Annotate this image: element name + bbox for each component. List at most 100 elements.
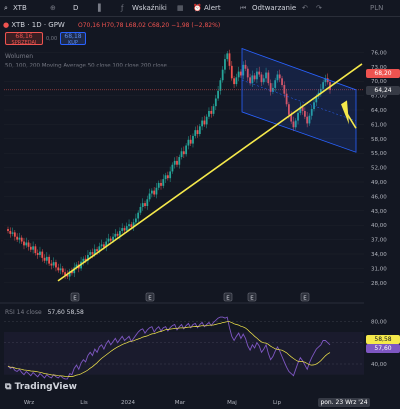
candle-body [194,130,197,136]
candle-body [11,232,14,234]
add-symbol-icon[interactable]: ⊕ [50,4,56,12]
price-tick-label: 55,00 [371,151,387,157]
candle-body [182,151,185,155]
price-chart[interactable]: EEEEE 76,0073,0070,0067,0064,0061,0058,0… [0,17,400,409]
candle-body [32,246,35,250]
search-icon[interactable]: ⌕ [4,4,8,13]
candle-body [39,251,41,255]
candle-body [139,206,142,213]
candle-body [43,257,46,261]
candle-body [221,69,224,81]
candle-body [189,139,192,144]
price-tick-label: 28,00 [371,281,387,287]
candle-body [41,251,44,258]
replay-icon[interactable]: ⏮ [240,4,246,13]
rsi-value-tag-a: 58,58 [366,335,400,344]
price-tick-label: 61,00 [371,122,387,128]
price-tick-label: 70,00 [371,79,387,85]
time-tick-label: Lip [273,400,282,406]
candle-body [48,256,51,264]
candle-body [45,256,48,261]
candle-body [198,126,201,134]
price-tick-label: 52,00 [371,166,387,172]
templates-icon[interactable]: ▦ [177,4,184,12]
candle-body [230,65,233,79]
price-tick-label: 49,00 [371,180,387,186]
candle-body [112,236,114,241]
candle-body [212,106,215,114]
candle-body [155,187,158,195]
indicators-button[interactable]: Wskaźniki [132,4,167,12]
candle-body [96,249,98,252]
rsi-tick-label: 40,00 [371,362,387,368]
redo-icon[interactable]: ↷ [316,4,322,12]
candle-body [237,71,240,78]
candle-body [169,171,172,179]
candle-body [89,252,92,255]
candle-body [157,182,160,188]
replay-button[interactable]: Odtwarzanie [252,4,296,12]
symbol-button[interactable]: XTB [13,4,27,12]
candle-body [121,228,124,231]
alert-button[interactable]: Alert [204,4,221,12]
price-tick-label: 37,00 [371,238,387,244]
candle-body [109,238,112,241]
tradingview-logo[interactable]: ⧉ TradingView [5,382,77,392]
candle-body [176,160,178,165]
candle-body [228,53,231,66]
candle-body [25,242,28,246]
candle-body [192,135,194,144]
earnings-marker-label: E [303,296,307,302]
earnings-marker-label: E [250,296,254,302]
time-tick-label: Wrz [24,400,34,406]
candle-body [171,164,174,172]
crosshair-date-tag: pon. 23 Wrz '24 [318,398,370,407]
candle-body [201,120,204,127]
time-tick-label: Maj [227,400,237,406]
candle-body [146,199,149,206]
undo-icon[interactable]: ↶ [302,4,308,12]
price-tick-label: 43,00 [371,209,387,215]
candle-body [162,179,165,186]
brand-text: TradingView [14,382,77,392]
price-tick-label: 34,00 [371,252,387,258]
drawings-layer: EEEEE [4,47,364,302]
candle-body [148,193,151,200]
candle-body [91,252,94,255]
candle-body [144,203,146,206]
trendline [57,63,363,282]
last-price-tag: 68,20 [366,69,400,78]
candle-body [210,110,213,114]
candle-body [16,236,19,240]
earnings-marker-label: E [73,296,77,302]
candle-body [114,233,117,237]
candle-body [116,233,119,236]
rsi-band [4,332,364,375]
indicators-icon[interactable]: ƒ [121,4,123,12]
time-tick-label: 2024 [121,400,135,406]
candle-body [55,262,57,268]
price-tick-label: 58,00 [371,137,387,143]
candle-body [36,253,39,255]
candle-body [180,151,183,158]
candle-body [219,80,222,91]
chart-type-icon[interactable]: ▌ [98,4,103,12]
candle-body [153,190,156,195]
price-tick-label: 31,00 [371,266,387,272]
candle-body [235,77,238,85]
candle-body [27,242,30,247]
candle-body [125,226,128,231]
candle-body [178,157,181,165]
rsi-tick-label: 80,00 [371,319,387,325]
time-tick-label: Lis [80,400,88,406]
earnings-marker-label: E [226,296,230,302]
price-tick-label: 76,00 [371,50,387,56]
candle-body [82,258,85,262]
alert-icon[interactable]: ⏰ [193,4,202,12]
candle-body [9,230,12,234]
candle-body [224,59,226,70]
currency-label[interactable]: PLN [370,4,383,12]
timeframe-button[interactable]: D [73,4,78,12]
time-tick-label: Mar [175,400,186,406]
candle-body [141,203,144,207]
